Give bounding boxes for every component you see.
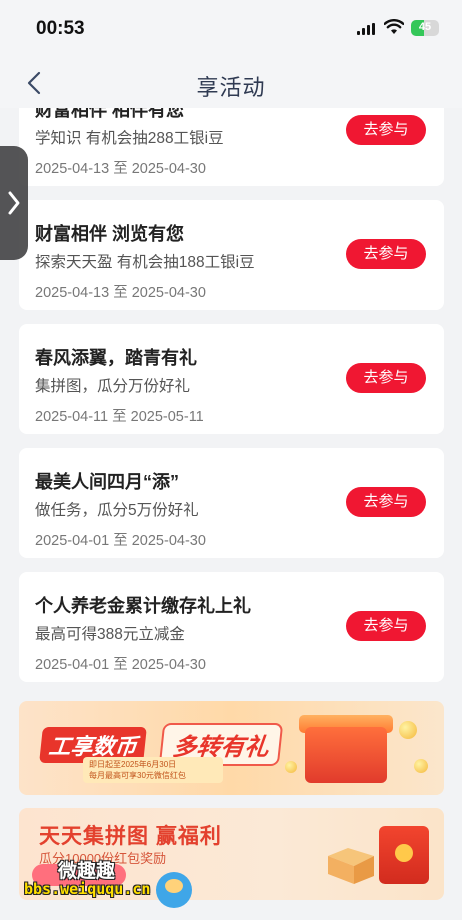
activity-card[interactable]: 个人养老金累计缴存礼上礼 最高可得388元立减金 2025-04-01 至 20…	[19, 572, 444, 682]
activity-desc: 做任务，瓜分5万份好礼	[35, 502, 199, 519]
join-button[interactable]: 去参与	[346, 239, 426, 269]
activity-card[interactable]: 春风添翼，踏青有礼 集拼图，瓜分万份好礼 2025-04-11 至 2025-0…	[19, 324, 444, 434]
activity-card[interactable]: 最美人间四月“添” 做任务，瓜分5万份好礼 2025-04-01 至 2025-…	[19, 448, 444, 558]
activity-title: 春风添翼，踏青有礼	[35, 348, 197, 368]
activity-title: 最美人间四月“添”	[35, 472, 179, 492]
wifi-icon	[384, 19, 404, 34]
side-expand-tab[interactable]	[0, 146, 28, 260]
activity-date: 2025-04-13 至 2025-04-30	[35, 285, 206, 301]
activity-date: 2025-04-01 至 2025-04-30	[35, 657, 206, 673]
battery-level: 45	[418, 21, 432, 33]
activity-title: 个人养老金累计缴存礼上礼	[35, 596, 251, 616]
banner-subtitle: 即日起至2025年6月30日 每月最高可享30元微信红包	[83, 757, 223, 783]
status-time: 00:53	[36, 18, 85, 39]
activity-card[interactable]: 财富相伴 浏览有您 探索天天盈 有机会抽188工银i豆 2025-04-13 至…	[19, 200, 444, 310]
puzzle-icon	[328, 848, 374, 884]
status-bar: 00:53 45	[0, 0, 462, 58]
chevron-right-icon	[8, 191, 20, 215]
page-title: 享活动	[196, 75, 266, 100]
mascot-icon	[156, 872, 192, 908]
join-button[interactable]: 去参与	[346, 363, 426, 393]
activity-title: 财富相伴 浏览有您	[35, 224, 185, 244]
activity-desc: 集拼图，瓜分万份好礼	[35, 378, 191, 395]
coin-icon	[399, 721, 417, 739]
activity-card[interactable]: 财富相伴 相伴有您 学知识 有机会抽288工银i豆 2025-04-13 至 2…	[19, 108, 444, 186]
activity-date: 2025-04-01 至 2025-04-30	[35, 533, 206, 549]
gift-box-icon	[305, 727, 387, 783]
watermark-cn: 微趣趣	[58, 861, 116, 882]
signal-icon	[357, 23, 377, 35]
join-button[interactable]: 去参与	[346, 487, 426, 517]
activity-desc: 最高可得388元立减金	[35, 626, 185, 643]
coin-icon	[285, 761, 297, 773]
watermark-url: bbs.weiququ.cn	[24, 880, 151, 898]
watermark: 微趣趣 bbs.weiququ.cn	[0, 850, 200, 920]
red-envelope-icon	[379, 826, 429, 884]
activity-date: 2025-04-13 至 2025-04-30	[35, 161, 206, 177]
activity-list[interactable]: 财富相伴 相伴有您 学知识 有机会抽288工银i豆 2025-04-13 至 2…	[0, 108, 462, 920]
banner-reward: 每月最高可享30元微信红包	[89, 771, 186, 780]
activity-title: 财富相伴 相伴有您	[35, 108, 185, 120]
activity-date: 2025-04-11 至 2025-05-11	[35, 409, 204, 425]
join-button[interactable]: 去参与	[346, 115, 426, 145]
nav-bar: 享活动	[0, 58, 462, 108]
digital-currency-banner[interactable]: 工享数币 多转有礼 即日起至2025年6月30日 每月最高可享30元微信红包	[19, 701, 444, 795]
battery-icon: 45	[411, 20, 439, 36]
activity-desc: 探索天天盈 有机会抽188工银i豆	[35, 254, 255, 271]
coin-icon	[414, 759, 428, 773]
join-button[interactable]: 去参与	[346, 611, 426, 641]
banner-period: 即日起至2025年6月30日	[89, 760, 177, 769]
activity-desc: 学知识 有机会抽288工银i豆	[35, 130, 224, 147]
banner-title: 天天集拼图 赢福利	[39, 825, 222, 848]
